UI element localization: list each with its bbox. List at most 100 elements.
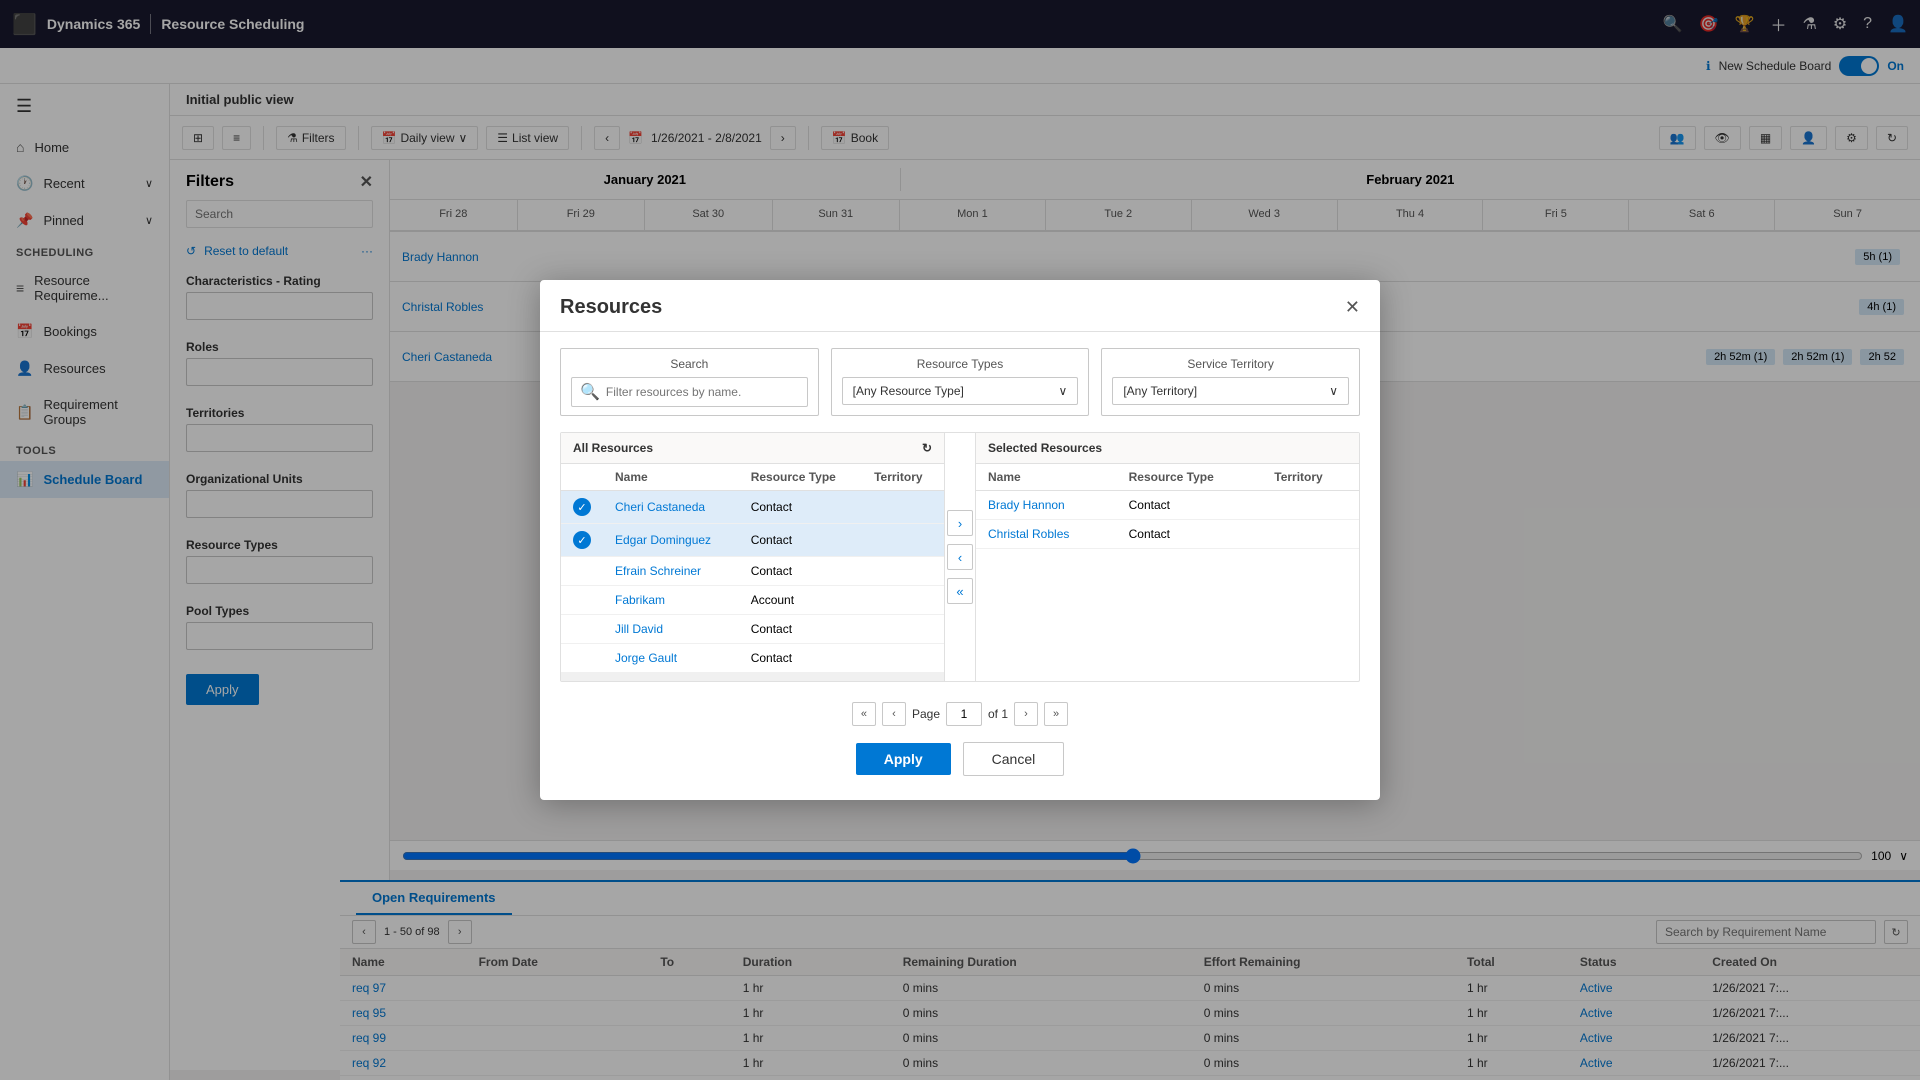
- selected-resources-header-row: Name Resource Type Territory: [976, 464, 1359, 491]
- res-name: Fabrikam: [603, 586, 739, 615]
- scroll-indicator: [561, 673, 944, 681]
- modal-header: Resources ✕: [540, 280, 1380, 332]
- list-item: Christal Robles Contact: [976, 520, 1359, 549]
- res-type: Contact: [739, 644, 862, 673]
- service-territory-dropdown[interactable]: [Any Territory] ∨: [1112, 377, 1349, 405]
- resources-modal: Resources ✕ Search 🔍 Resource Types [Any…: [540, 280, 1380, 800]
- res-name-link[interactable]: Cheri Castaneda: [615, 500, 705, 514]
- res-territory: [862, 557, 944, 586]
- modal-apply-btn[interactable]: Apply: [856, 743, 951, 775]
- modal-title: Resources: [560, 296, 662, 319]
- list-item: Fabrikam Account: [561, 586, 944, 615]
- resources-split: All Resources ↻ Name Resource Type Terri…: [560, 432, 1360, 682]
- page-of: of 1: [988, 707, 1008, 721]
- res-name-link[interactable]: Jill David: [615, 622, 663, 636]
- res-name: Jill David: [603, 615, 739, 644]
- page-first-btn[interactable]: «: [852, 702, 876, 726]
- res-type: Contact: [739, 557, 862, 586]
- res-check: [561, 586, 603, 615]
- service-territory-box: Service Territory [Any Territory] ∨: [1101, 348, 1360, 416]
- search-box: Search 🔍: [560, 348, 819, 416]
- refresh-all-icon[interactable]: ↻: [922, 441, 932, 455]
- page-label: Page: [912, 707, 940, 721]
- resource-types-chevron: ∨: [1059, 384, 1068, 398]
- resource-search-input[interactable]: [606, 385, 799, 399]
- res-type: Contact: [739, 491, 862, 524]
- res-check: [561, 557, 603, 586]
- res-territory: [862, 586, 944, 615]
- sel-res-territory: [1262, 520, 1359, 549]
- sel-res-type: Contact: [1117, 520, 1263, 549]
- modal-search-row: Search 🔍 Resource Types [Any Resource Ty…: [560, 348, 1360, 416]
- move-right-btn[interactable]: ›: [947, 510, 973, 536]
- selected-resources-panel: Selected Resources Name Resource Type Te…: [976, 433, 1359, 681]
- res-territory: [862, 644, 944, 673]
- modal-close-btn[interactable]: ✕: [1345, 297, 1360, 318]
- all-resources-label: All Resources: [573, 441, 653, 455]
- res-territory: [862, 524, 944, 557]
- col-all-type: Resource Type: [739, 464, 862, 491]
- page-next-btn[interactable]: ›: [1014, 702, 1038, 726]
- res-type: Account: [739, 586, 862, 615]
- resources-mid: › ‹ «: [944, 433, 976, 681]
- res-name-link[interactable]: Efrain Schreiner: [615, 564, 701, 578]
- res-type: Contact: [739, 524, 862, 557]
- all-resources-panel: All Resources ↻ Name Resource Type Terri…: [561, 433, 944, 681]
- service-territory-label: Service Territory: [1112, 357, 1349, 371]
- col-sel-name: Name: [976, 464, 1117, 491]
- res-name: Efrain Schreiner: [603, 557, 739, 586]
- res-name: Edgar Dominguez: [603, 524, 739, 557]
- pagination-row: « ‹ Page of 1 › »: [560, 694, 1360, 726]
- res-check: ✓: [561, 524, 603, 557]
- service-territory-value: [Any Territory]: [1123, 384, 1197, 398]
- res-name-link[interactable]: Jorge Gault: [615, 651, 677, 665]
- res-name: Cheri Castaneda: [603, 491, 739, 524]
- checkmark-icon: ✓: [573, 531, 591, 549]
- list-item: ✓ Edgar Dominguez Contact: [561, 524, 944, 557]
- list-item: Jorge Gault Contact: [561, 644, 944, 673]
- res-territory: [862, 615, 944, 644]
- list-item: Jill David Contact: [561, 615, 944, 644]
- list-item: ✓ Cheri Castaneda Contact: [561, 491, 944, 524]
- all-resources-header-row: Name Resource Type Territory: [561, 464, 944, 491]
- col-all-territory: Territory: [862, 464, 944, 491]
- page-last-btn[interactable]: »: [1044, 702, 1068, 726]
- page-input[interactable]: [946, 702, 982, 726]
- selected-resources-table: Name Resource Type Territory Brady Hanno…: [976, 464, 1359, 549]
- sel-res-name: Brady Hannon: [976, 491, 1117, 520]
- all-resources-header: All Resources ↻: [561, 433, 944, 464]
- modal-footer: Apply Cancel: [540, 726, 1380, 784]
- resource-types-value: [Any Resource Type]: [853, 384, 964, 398]
- sel-res-name: Christal Robles: [976, 520, 1117, 549]
- res-check: [561, 644, 603, 673]
- col-sel-type: Resource Type: [1117, 464, 1263, 491]
- res-name-link[interactable]: Fabrikam: [615, 593, 665, 607]
- modal-cancel-btn[interactable]: Cancel: [963, 742, 1065, 776]
- col-all-name: Name: [603, 464, 739, 491]
- resource-types-label: Resource Types: [842, 357, 1079, 371]
- list-item: Efrain Schreiner Contact: [561, 557, 944, 586]
- search-input-wrap: 🔍: [571, 377, 808, 407]
- sel-res-name-link[interactable]: Christal Robles: [988, 527, 1069, 541]
- search-icon: 🔍: [580, 382, 600, 402]
- res-name: Jorge Gault: [603, 644, 739, 673]
- move-left-btn[interactable]: ‹: [947, 544, 973, 570]
- sel-res-territory: [1262, 491, 1359, 520]
- move-all-left-btn[interactable]: «: [947, 578, 973, 604]
- res-type: Contact: [739, 615, 862, 644]
- res-check: ✓: [561, 491, 603, 524]
- list-item: Brady Hannon Contact: [976, 491, 1359, 520]
- resource-types-box: Resource Types [Any Resource Type] ∨: [831, 348, 1090, 416]
- resource-types-dropdown[interactable]: [Any Resource Type] ∨: [842, 377, 1079, 405]
- selected-resources-label: Selected Resources: [988, 441, 1102, 455]
- selected-resources-header: Selected Resources: [976, 433, 1359, 464]
- checkmark-icon: ✓: [573, 498, 591, 516]
- col-checkbox: [561, 464, 603, 491]
- res-check: [561, 615, 603, 644]
- modal-body: Search 🔍 Resource Types [Any Resource Ty…: [540, 332, 1380, 726]
- search-label: Search: [571, 357, 808, 371]
- page-prev-btn[interactable]: ‹: [882, 702, 906, 726]
- col-sel-territory: Territory: [1262, 464, 1359, 491]
- sel-res-name-link[interactable]: Brady Hannon: [988, 498, 1065, 512]
- res-name-link[interactable]: Edgar Dominguez: [615, 533, 711, 547]
